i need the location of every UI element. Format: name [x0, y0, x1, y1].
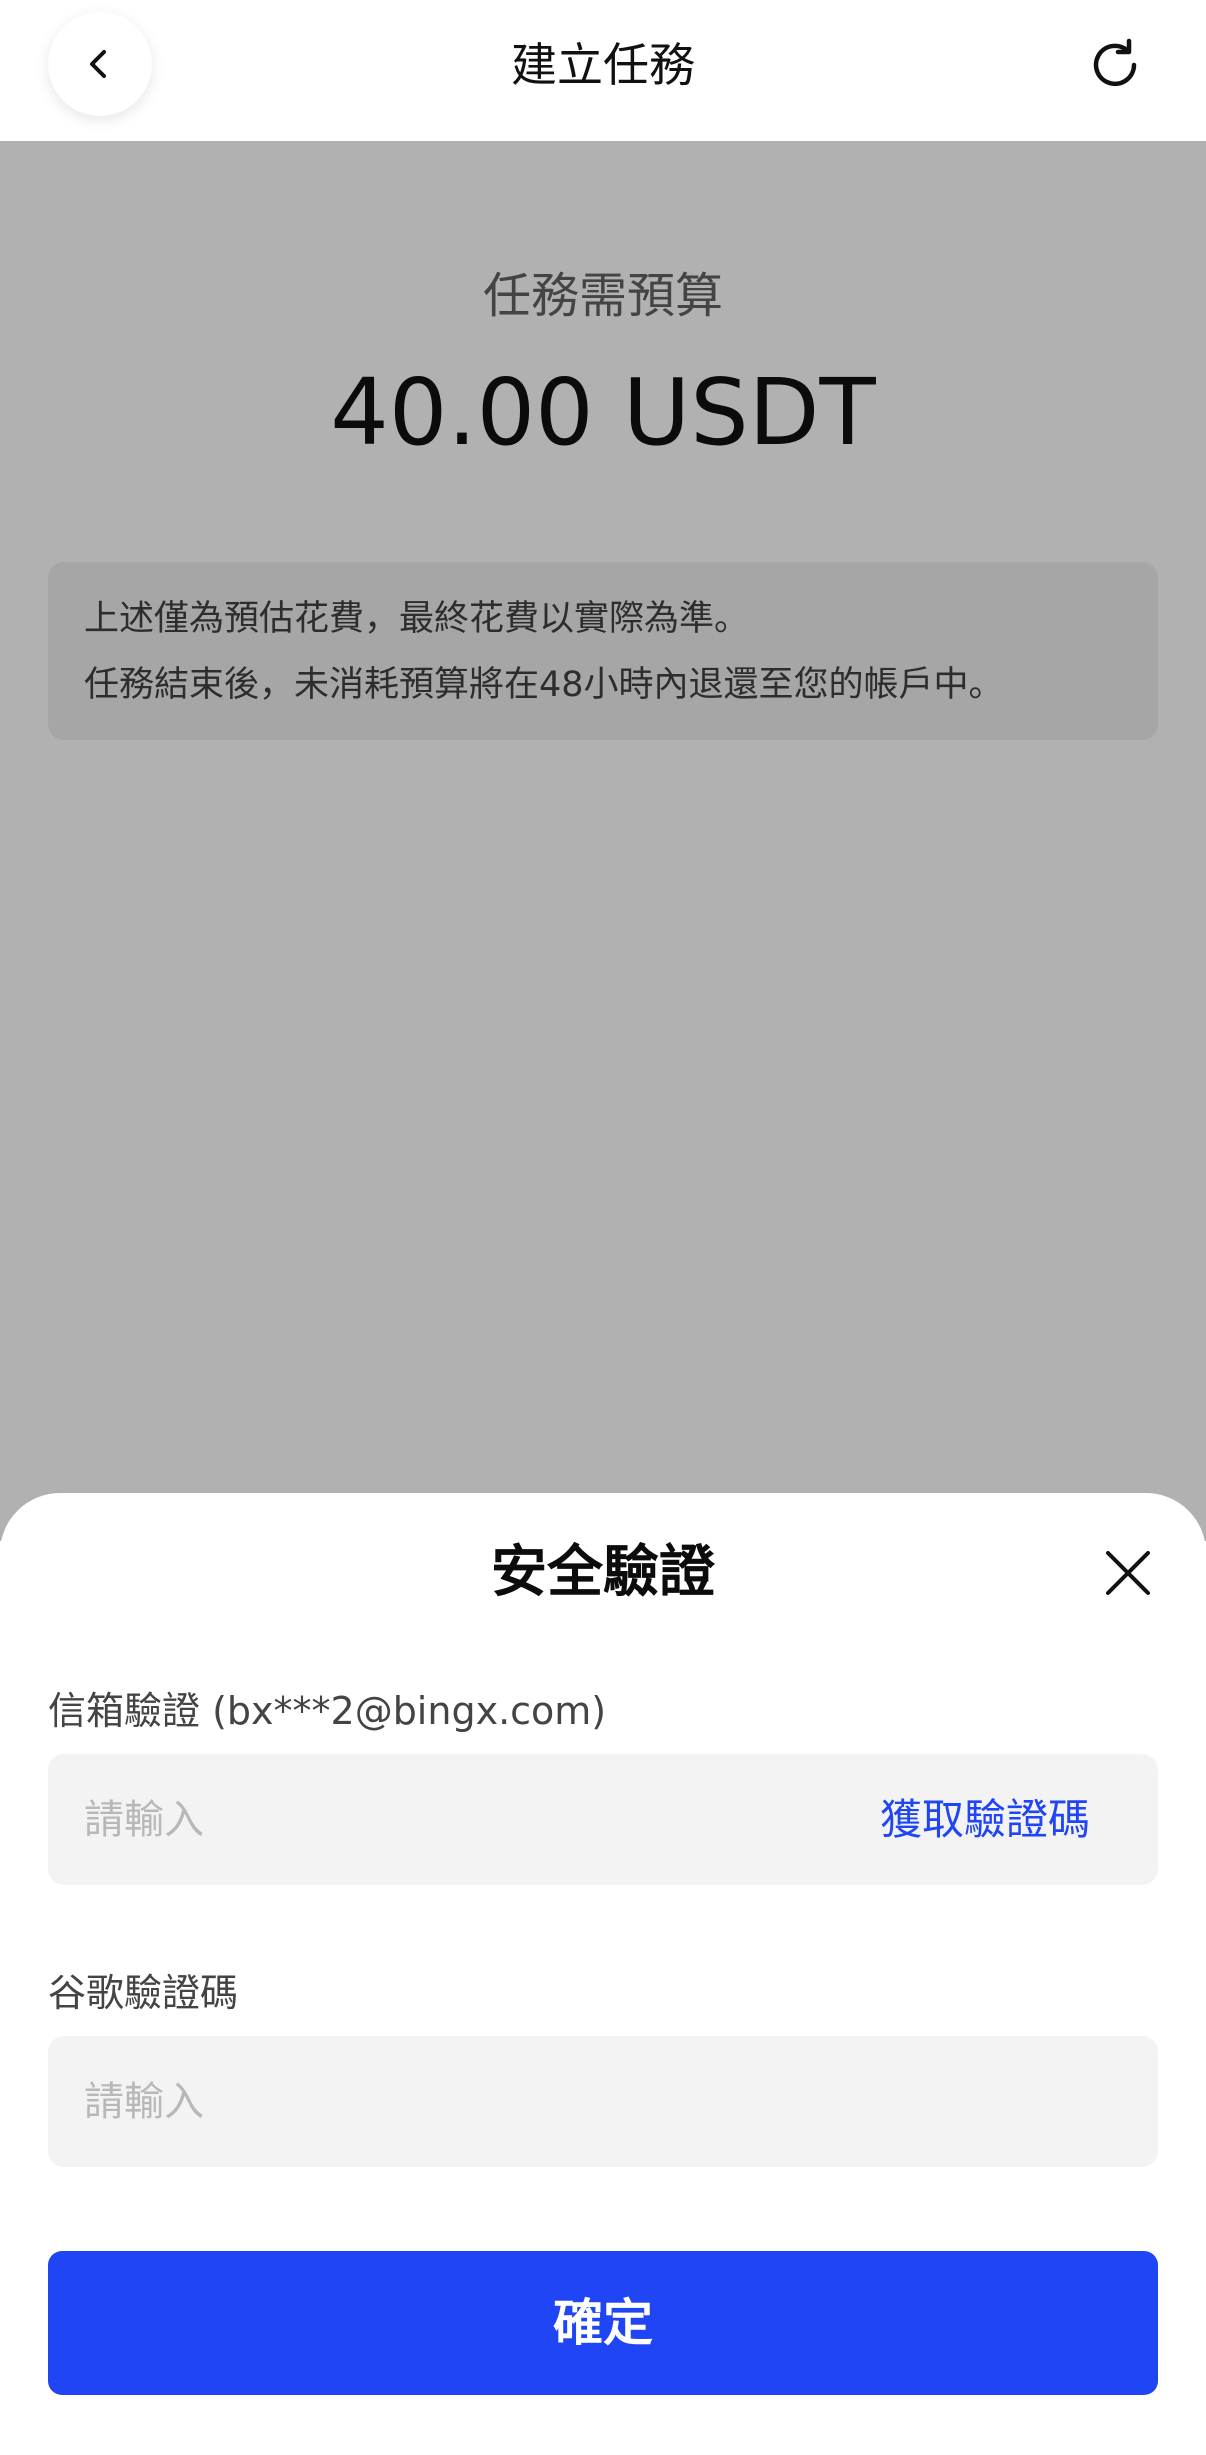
confirm-button[interactable]: 確定 — [48, 2251, 1158, 2395]
header-bar: 建立任務 — [0, 0, 1206, 141]
refresh-button[interactable] — [1080, 30, 1150, 100]
get-code-button[interactable]: 獲取驗證碼 — [880, 1754, 1090, 1885]
notice-line-2: 任務結束後，未消耗預算將在48小時內退還至您的帳戶中。 — [84, 665, 1004, 705]
email-code-field: 獲取驗證碼 — [48, 1754, 1158, 1885]
refresh-icon — [1093, 38, 1137, 87]
dimmed-content: 任務需預算 40.00 USDT 上述僅為預估花費，最終花費以實際為準。 任務結… — [0, 141, 1206, 1541]
close-icon — [1106, 1551, 1150, 1595]
google-code-label: 谷歌驗證碼 — [48, 1971, 239, 2015]
email-verification-label: 信箱驗證 (bx***2@bingx.com) — [48, 1689, 607, 1733]
google-code-field — [48, 2036, 1158, 2167]
budget-amount: 40.00 USDT — [330, 359, 876, 466]
google-code-input[interactable] — [84, 2036, 844, 2167]
sheet-title: 安全驗證 — [491, 1540, 715, 1605]
page-title: 建立任務 — [511, 38, 695, 92]
budget-label: 任務需預算 — [482, 268, 723, 324]
budget-notice: 上述僅為預估花費，最終花費以實際為準。 任務結束後，未消耗預算將在48小時內退還… — [48, 562, 1158, 740]
notice-line-1: 上述僅為預估花費，最終花費以實際為準。 — [84, 599, 750, 639]
page: 建立任務 任務需預算 40.00 USDT 上述僅為預估花費，最終花費以實際為準… — [0, 0, 1206, 2455]
security-verification-sheet: 安全驗證 信箱驗證 (bx***2@bingx.com) 獲取驗證碼 谷歌驗證碼… — [0, 1493, 1206, 2455]
email-code-input[interactable] — [84, 1754, 844, 1885]
close-button[interactable] — [1100, 1545, 1156, 1601]
